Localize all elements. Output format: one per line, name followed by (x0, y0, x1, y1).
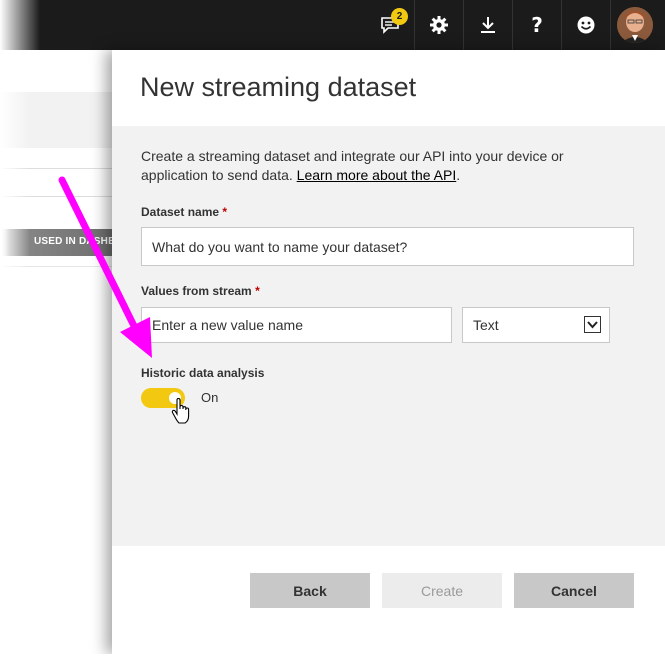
notifications-button[interactable]: 2 (366, 0, 414, 50)
toggle-state-label: On (201, 390, 219, 405)
dialog-title: New streaming dataset (140, 72, 417, 102)
create-button[interactable]: Create (382, 573, 502, 608)
profile-button[interactable] (610, 0, 659, 50)
chevron-down-icon (584, 316, 601, 333)
learn-more-link[interactable]: Learn more about the API (297, 167, 457, 183)
dialog-description: Create a streaming dataset and integrate… (141, 148, 564, 183)
historic-data-label: Historic data analysis (141, 366, 265, 380)
dialog-footer: Back Create Cancel (112, 546, 665, 654)
required-mark: * (222, 205, 228, 219)
notification-badge: 2 (391, 8, 408, 25)
help-icon: ? (531, 13, 543, 37)
smiley-icon (576, 15, 596, 35)
value-type-selected: Text (473, 317, 499, 333)
cancel-button[interactable]: Cancel (514, 573, 634, 608)
values-from-stream-label: Values from stream * (141, 284, 260, 298)
value-name-placeholder: Enter a new value name (152, 317, 303, 333)
value-type-select[interactable]: Text (462, 307, 610, 343)
gear-icon (429, 15, 449, 35)
feedback-button[interactable] (561, 0, 610, 50)
value-name-input[interactable]: Enter a new value name (141, 307, 452, 343)
streaming-dataset-dialog: New streaming dataset Create a streaming… (112, 50, 665, 654)
download-button[interactable] (463, 0, 512, 50)
dataset-name-input[interactable]: What do you want to name your dataset? (141, 227, 634, 266)
dataset-name-label: Dataset name * (141, 205, 228, 219)
dataset-name-placeholder: What do you want to name your dataset? (152, 238, 408, 255)
avatar (617, 7, 653, 43)
download-icon (478, 15, 498, 35)
help-button[interactable]: ? (512, 0, 561, 50)
required-mark: * (255, 284, 260, 298)
hand-cursor-icon (170, 397, 192, 431)
dialog-header: New streaming dataset (112, 50, 665, 126)
table-header-label: USED IN DASHBO (34, 236, 112, 247)
back-button[interactable]: Back (250, 573, 370, 608)
topbar-icons: 2 ? (366, 0, 659, 50)
settings-button[interactable] (414, 0, 463, 50)
